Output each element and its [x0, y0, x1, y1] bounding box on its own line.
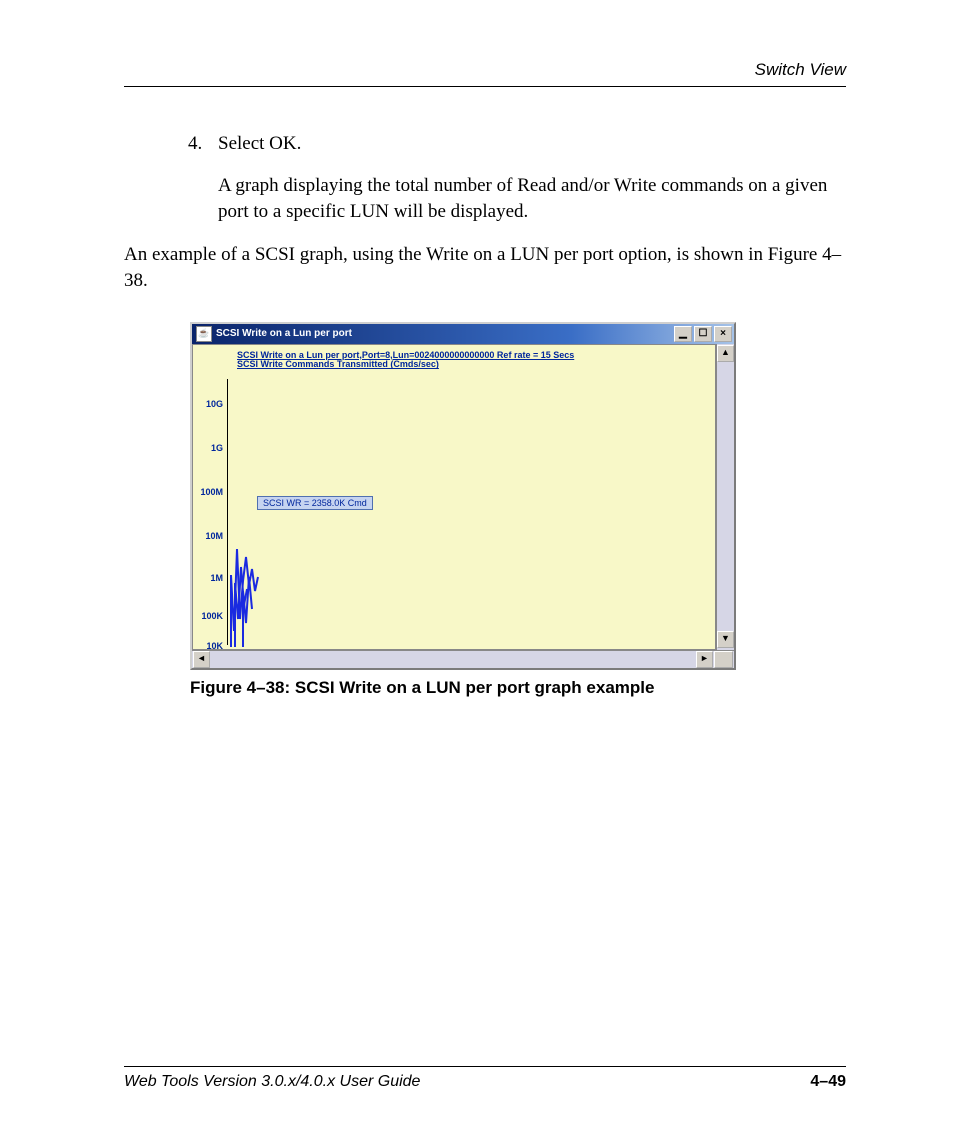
window-titlebar[interactable]: ☕ SCSI Write on a Lun per port ▁ ☐ × [192, 324, 734, 344]
figure-caption: Figure 4–38: SCSI Write on a LUN per por… [190, 678, 846, 698]
page-header: Switch View [124, 60, 846, 87]
y-tick: 10G [195, 399, 223, 409]
numbered-step: 4.Select OK. A graph displaying the tota… [124, 133, 846, 224]
horizontal-scrollbar[interactable]: ◄ ► [192, 650, 734, 668]
y-tick: 100M [195, 487, 223, 497]
step-text: Select OK. [218, 133, 301, 154]
chart-area: SCSI Write on a Lun per port,Port=8,Lun=… [192, 344, 716, 650]
scroll-up-button[interactable]: ▲ [717, 345, 734, 362]
close-button[interactable]: × [714, 326, 732, 342]
chart-subheader: SCSI Write on a Lun per port,Port=8,Lun=… [237, 351, 574, 371]
step-number: 4. [188, 133, 218, 155]
chart-sub-line1: SCSI Write on a Lun per port,Port=8,Lun=… [237, 350, 574, 360]
step-description: A graph displaying the total number of R… [218, 173, 846, 224]
figure-window: ☕ SCSI Write on a Lun per port ▁ ☐ × SCS… [190, 322, 736, 670]
minimize-button[interactable]: ▁ [674, 326, 692, 342]
y-tick: 100K [195, 611, 223, 621]
scroll-down-button[interactable]: ▼ [717, 631, 734, 648]
y-tick: 1M [195, 573, 223, 583]
chart-sub-line2: SCSI Write Commands Transmitted (Cmds/se… [237, 359, 439, 369]
vertical-scrollbar[interactable]: ▲ ▼ [716, 344, 734, 650]
footer-page-number: 4–49 [810, 1073, 846, 1091]
scroll-left-button[interactable]: ◄ [193, 651, 210, 668]
y-tick: 1G [195, 443, 223, 453]
scroll-right-button[interactable]: ► [696, 651, 713, 668]
y-tick: 10M [195, 531, 223, 541]
scsi-graph-window: ☕ SCSI Write on a Lun per port ▁ ☐ × SCS… [190, 322, 736, 670]
section-name: Switch View [124, 60, 846, 80]
footer-guide-title: Web Tools Version 3.0.x/4.0.x User Guide [124, 1073, 810, 1091]
y-tick: 10K [195, 641, 223, 650]
java-icon: ☕ [196, 326, 212, 342]
maximize-button[interactable]: ☐ [694, 326, 712, 342]
chart-trace [229, 379, 309, 649]
y-axis-line [227, 379, 228, 645]
page-footer: Web Tools Version 3.0.x/4.0.x User Guide… [124, 1066, 846, 1091]
window-title: SCSI Write on a Lun per port [216, 328, 352, 339]
example-intro: An example of a SCSI graph, using the Wr… [124, 242, 846, 293]
scrollbar-corner [714, 651, 733, 668]
